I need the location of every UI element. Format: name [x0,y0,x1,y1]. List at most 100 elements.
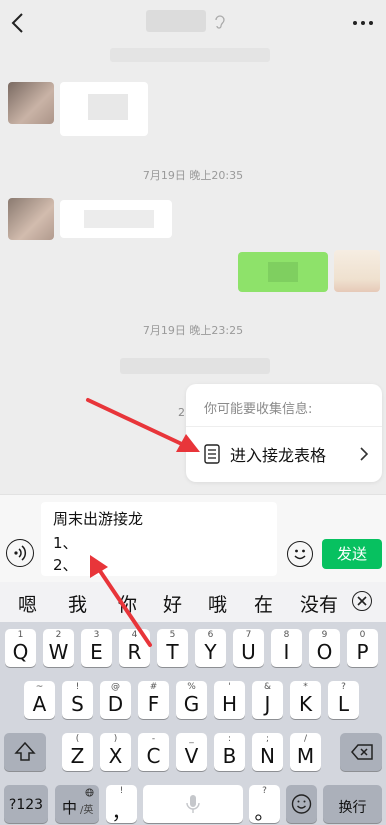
candidate-word[interactable]: 你 [118,590,137,617]
key-alt-char: 9 [321,630,328,640]
key-c[interactable]: -C [138,733,169,771]
key-alt-char: 1 [17,630,24,640]
key-alt-char: ' [228,682,231,692]
key-label: Y [204,640,217,664]
return-key[interactable]: 换行 [323,785,382,823]
key-alt-char: 5 [169,630,176,640]
key-r[interactable]: 4R [119,629,150,667]
microphone-icon [186,795,200,813]
emoji-button[interactable] [287,541,313,567]
candidate-word[interactable]: 没有 [300,590,340,617]
comma-key[interactable]: ! ， [106,785,137,824]
key-d[interactable]: @ D [100,681,131,719]
close-candidates-button[interactable] [352,591,372,611]
key-w[interactable]: 2W [43,629,74,667]
key-g[interactable]: % G [176,681,207,719]
key-alt-char: & [263,682,272,692]
key-label: C [146,744,161,768]
key-label: I [283,640,290,664]
key-label: V [184,744,199,768]
emoji-key[interactable] [286,785,317,823]
key-label: B [222,744,237,768]
partial-message-text: 2 [178,406,185,419]
key-n[interactable]: ; N [252,733,283,771]
space-key[interactable] [143,785,243,823]
key-a[interactable]: ~ A [24,681,55,719]
close-icon [356,595,367,606]
key-e[interactable]: 3E [81,629,112,667]
key-alt-char: _ [189,734,194,744]
key-label: F [147,692,160,716]
message-bubble-blurred[interactable] [60,200,172,238]
message-line: 周末出游接龙 [53,510,144,528]
key-alt-char: ! [75,682,80,692]
key-alt-char: 7 [245,630,252,640]
key-k[interactable]: * K [290,681,321,719]
key-label: J [264,692,271,716]
shift-key[interactable] [4,733,46,771]
key-v[interactable]: _ V [176,733,207,771]
key-label: P [356,640,369,664]
candidate-word[interactable]: 好 [163,590,182,617]
my-avatar[interactable] [334,250,380,292]
chevron-left-icon[interactable] [8,11,30,35]
symbols-key[interactable]: ?123 [4,785,48,823]
key-alt-char: ) [113,734,118,744]
key-x[interactable]: ) X [100,733,131,771]
message-input[interactable]: 周末出游接龙 1、 2、 [41,502,277,576]
key-m[interactable]: / M [290,733,321,771]
top-bar [0,0,386,62]
key-label: H [221,692,238,716]
enter-solitaire-form-label: 进入接龙表格 [230,446,327,465]
smiley-icon [293,549,306,559]
key-alt-char: ( [75,734,80,744]
key-label: Z [70,744,85,768]
timestamp: 7月19日 晚上20:35 [142,169,244,182]
candidate-word[interactable]: 在 [254,590,273,617]
keyboard: 1 Q 2 W 3 E 4 R 5 T 6 Y 7 U 8 I 9 O 0 P ~ A! S @ D # F% G ' H & J * K? L(Z… [0,622,386,825]
avatar[interactable] [8,198,54,240]
key-alt-char: : [227,734,232,744]
key-j[interactable]: & J [252,681,283,719]
period-key[interactable]: ? 。 [249,785,280,824]
enter-solitaire-form-button[interactable]: 进入接龙表格 [186,427,382,482]
chat-title-blurred [146,10,206,32]
collect-info-popup: 你可能要收集信息: 进入接龙表格 [186,384,382,482]
key-s[interactable]: ! S [62,681,93,719]
send-button[interactable]: 发送 [322,539,382,569]
key-b[interactable]: :B [214,733,245,771]
key-p[interactable]: 0P [347,629,378,667]
shift-icon [14,741,36,761]
candidate-word[interactable]: 嗯 [18,590,37,617]
key-l[interactable]: ? L [328,681,359,719]
key-alt-char: 6 [207,630,214,640]
language-switch-key[interactable]: 中 /英 [55,785,99,823]
message-line: 2、 [53,556,78,574]
input-bar: 周末出游接龙 1、 2、 发送 [0,494,386,582]
candidate-word[interactable]: 我 [68,590,87,617]
avatar[interactable] [8,82,54,124]
ear-icon [215,15,225,29]
ime-candidate-bar: 嗯 我 你 好 哦 在 没有 [0,582,386,622]
voice-button[interactable] [6,539,34,567]
key-y[interactable]: 6Y [195,629,226,667]
my-message-bubble-blurred[interactable] [238,252,328,292]
key-label: T [166,640,179,664]
candidate-word[interactable]: 哦 [208,590,227,617]
key-h[interactable]: ' H [214,681,245,719]
key-alt-char: 0 [359,630,366,640]
key-z[interactable]: (Z [62,733,93,771]
key-f[interactable]: # F [138,681,169,719]
key-alt-char: / [303,734,308,744]
backspace-key[interactable] [340,733,382,771]
key-t[interactable]: 5T [157,629,188,667]
ellipsis-icon[interactable] [352,20,374,26]
key-u[interactable]: 7U [233,629,264,667]
key-o[interactable]: 9O [309,629,340,667]
message-bubble-blurred[interactable] [60,82,148,136]
key-q[interactable]: 1Q [5,629,36,667]
key-alt-char: ; [265,734,270,744]
timestamp: 7月19日 晚上23:25 [142,324,244,337]
key-i[interactable]: 8I [271,629,302,667]
backspace-icon [351,744,373,760]
